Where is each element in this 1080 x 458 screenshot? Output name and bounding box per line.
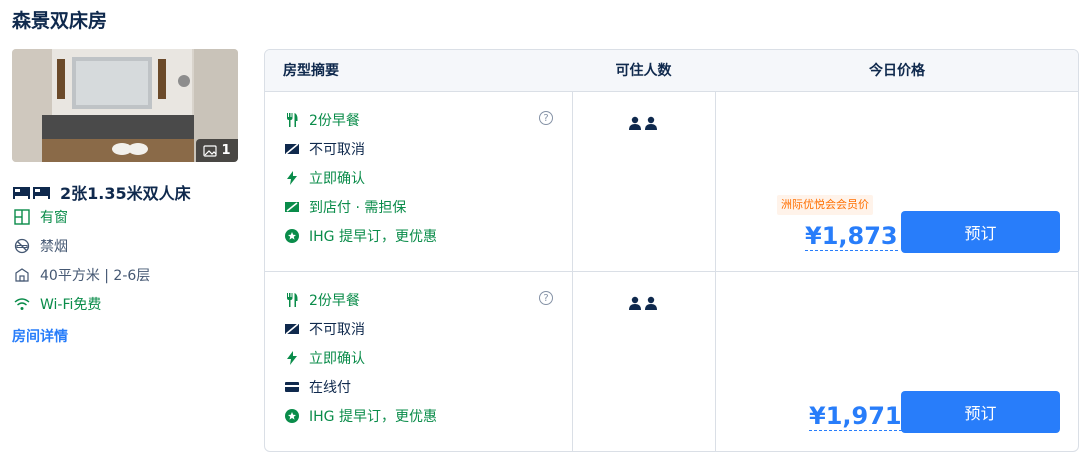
perk-label: 立即确认 bbox=[309, 171, 365, 187]
perk-payment: 到店付 · 需担保 bbox=[285, 197, 406, 217]
perk-ihg: IHG 提早订，更优惠 bbox=[285, 226, 437, 246]
window-icon bbox=[12, 208, 32, 226]
area-label: 40平方米 | 2-6层 bbox=[40, 268, 151, 284]
perk-ihg: IHG 提早订，更优惠 bbox=[285, 406, 437, 426]
utensils-icon bbox=[285, 292, 299, 308]
room-photo[interactable]: 1 bbox=[12, 49, 238, 162]
perk-label: 2份早餐 bbox=[309, 293, 360, 309]
header-occupancy: 可住人数 bbox=[615, 63, 672, 79]
person-icon bbox=[629, 296, 641, 310]
rate-row: 2份早餐 ? 不可取消 立即确认 到店付 · 需担保 IHG 提早订，更优惠 洲… bbox=[265, 92, 1078, 272]
perk-label: 到店付 · 需担保 bbox=[309, 200, 407, 216]
ihg-badge-icon bbox=[285, 408, 299, 424]
area-feature: 40平方米 | 2-6层 bbox=[12, 265, 150, 285]
lightning-icon bbox=[285, 170, 299, 186]
price[interactable]: ¥1,971 bbox=[809, 402, 902, 431]
book-button[interactable]: 预订 bbox=[901, 211, 1060, 253]
price[interactable]: ¥1,873 bbox=[805, 222, 898, 251]
book-button[interactable]: 预订 bbox=[901, 391, 1060, 433]
wifi-feature: Wi-Fi免费 bbox=[12, 294, 101, 314]
perk-label: 立即确认 bbox=[309, 351, 365, 367]
no-cancel-icon bbox=[285, 141, 299, 157]
bed-label: 2张1.35米双人床 bbox=[60, 184, 191, 203]
lightning-icon bbox=[285, 350, 299, 366]
photo-count-badge[interactable]: 1 bbox=[196, 139, 238, 162]
perk-label: IHG 提早订，更优惠 bbox=[309, 229, 437, 245]
no-cancel-icon bbox=[285, 321, 299, 337]
header-price: 今日价格 bbox=[869, 63, 925, 79]
perk-confirm: 立即确认 bbox=[285, 168, 365, 188]
card-icon bbox=[285, 379, 299, 395]
table-header: 房型摘要 可住人数 今日价格 bbox=[265, 50, 1078, 92]
wifi-label: Wi-Fi免费 bbox=[40, 297, 102, 313]
perk-label: 不可取消 bbox=[309, 142, 365, 158]
wifi-icon bbox=[12, 295, 32, 313]
header-summary: 房型摘要 bbox=[283, 63, 339, 79]
no-smoking-icon bbox=[12, 237, 32, 255]
pay-at-hotel-icon bbox=[285, 199, 299, 215]
rate-row: 2份早餐 ? 不可取消 立即确认 在线付 IHG 提早订，更优惠 ¥1,971 … bbox=[265, 272, 1078, 451]
guest-count bbox=[629, 296, 657, 310]
perk-cancel: 不可取消 bbox=[285, 139, 365, 159]
person-icon bbox=[629, 116, 641, 130]
twin-bed-icon bbox=[13, 187, 50, 199]
perk-label: 在线付 bbox=[309, 380, 351, 396]
window-feature: 有窗 bbox=[12, 207, 68, 227]
guest-count bbox=[629, 116, 657, 130]
window-label: 有窗 bbox=[40, 210, 68, 226]
room-detail-link[interactable]: 房间详情 bbox=[12, 326, 68, 346]
bed-info: 2张1.35米双人床 bbox=[12, 180, 191, 204]
area-icon bbox=[12, 266, 32, 284]
perk-breakfast: 2份早餐 bbox=[285, 110, 360, 130]
perk-label: IHG 提早订，更优惠 bbox=[309, 409, 437, 425]
perk-payment: 在线付 bbox=[285, 377, 351, 397]
room-title: 森景双床房 bbox=[12, 10, 108, 32]
help-icon[interactable]: ? bbox=[539, 291, 553, 305]
person-icon bbox=[645, 296, 657, 310]
person-icon bbox=[645, 116, 657, 130]
perk-cancel: 不可取消 bbox=[285, 319, 365, 339]
member-price-tag: 洲际优悦会会员价 bbox=[777, 195, 873, 215]
perk-breakfast: 2份早餐 bbox=[285, 290, 360, 310]
photo-count: 1 bbox=[221, 143, 231, 158]
utensils-icon bbox=[285, 112, 299, 128]
perk-label: 不可取消 bbox=[309, 322, 365, 338]
ihg-badge-icon bbox=[285, 228, 299, 244]
perk-label: 2份早餐 bbox=[309, 113, 360, 129]
rate-table: 房型摘要 可住人数 今日价格 2份早餐 ? 不可取消 立即确认 到店付 · 需担… bbox=[264, 49, 1079, 452]
smoking-label: 禁烟 bbox=[40, 239, 68, 255]
smoking-feature: 禁烟 bbox=[12, 236, 68, 256]
help-icon[interactable]: ? bbox=[539, 111, 553, 125]
perk-confirm: 立即确认 bbox=[285, 348, 365, 368]
image-icon bbox=[203, 144, 218, 157]
